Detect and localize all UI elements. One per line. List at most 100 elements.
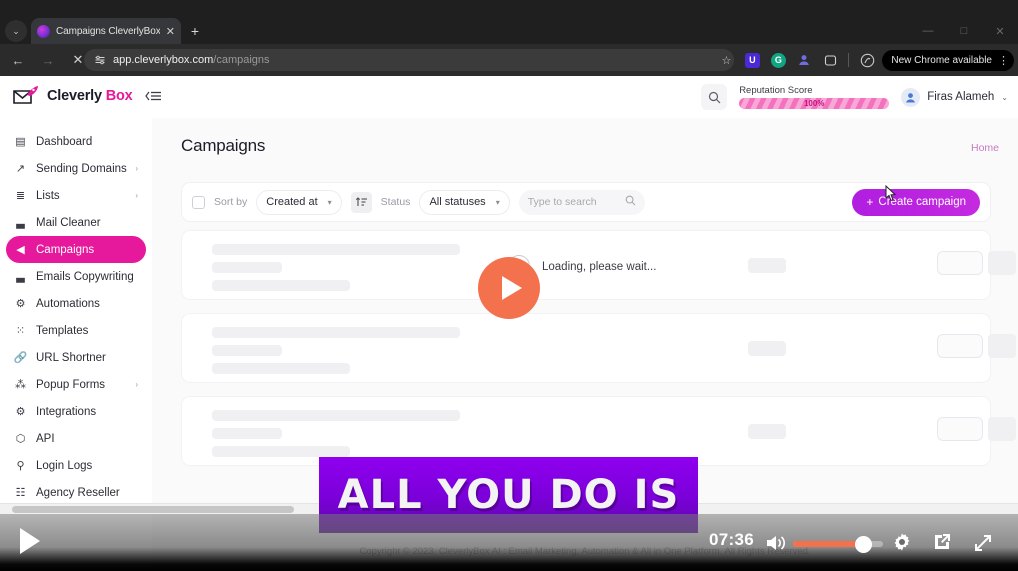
- video-controls-bar: 07:36: [0, 514, 1018, 571]
- send-domains-icon: ↗: [15, 163, 26, 175]
- video-play-overlay[interactable]: [478, 257, 540, 319]
- chevron-down-icon[interactable]: ⌄: [1001, 93, 1008, 102]
- browser-tab[interactable]: Campaigns CleverlyBox AI : Em ✕: [31, 18, 181, 44]
- reputation-score-value: 100%: [803, 99, 825, 108]
- sidebar-item-automations[interactable]: ⚙ Automations: [6, 290, 146, 317]
- lists-icon: ≣: [15, 190, 26, 202]
- address-bar[interactable]: app.cleverlybox.com/campaigns: [84, 49, 734, 71]
- status-select[interactable]: All statuses ▾: [419, 189, 510, 215]
- skeleton-placeholder: [212, 428, 282, 439]
- sort-ascending-icon[interactable]: [350, 191, 372, 213]
- browser-tabstrip: ⌄ Campaigns CleverlyBox AI : Em ✕ + — □ …: [0, 0, 1018, 44]
- logo-word-primary: Cleverly: [47, 88, 102, 104]
- page-settings-icon[interactable]: [94, 54, 106, 66]
- incognito-extension-icon[interactable]: [856, 49, 878, 71]
- sort-by-label: Sort by: [214, 196, 248, 208]
- sidebar-item-templates[interactable]: ⁙ Templates: [6, 317, 146, 344]
- skeleton-placeholder: [748, 258, 786, 273]
- breadcrumb[interactable]: Home: [971, 142, 999, 154]
- skeleton-placeholder: [212, 410, 460, 421]
- chrome-menu-icon[interactable]: ⋮: [998, 54, 1009, 67]
- create-campaign-button[interactable]: + Create campaign: [852, 188, 980, 216]
- sidebar-item-agency-reseller[interactable]: ☷ Agency Reseller: [6, 479, 146, 506]
- app-header: Cleverly Box Reputation Score 100% Firas…: [0, 76, 1018, 118]
- campaigns-icon: ◀: [16, 244, 25, 256]
- grammarly-icon[interactable]: G: [767, 49, 789, 71]
- skeleton-placeholder: [212, 244, 460, 255]
- sort-by-select[interactable]: Created at ▾: [256, 189, 342, 215]
- sidebar-item-label: Emails Copywriting: [36, 270, 134, 283]
- select-all-checkbox[interactable]: [192, 195, 205, 209]
- split-view-icon[interactable]: [819, 49, 841, 71]
- volume-slider[interactable]: [793, 536, 883, 553]
- search-icon[interactable]: [701, 84, 728, 110]
- close-icon[interactable]: ✕: [166, 25, 175, 38]
- sidebar-item-label: Agency Reseller: [36, 486, 120, 499]
- skeleton-placeholder: [212, 280, 350, 291]
- chevron-right-icon[interactable]: ›: [135, 191, 138, 200]
- forward-icon[interactable]: →: [36, 48, 60, 72]
- new-tab-button[interactable]: +: [186, 22, 204, 40]
- integrations-icon: ⚙: [15, 406, 26, 418]
- sidebar-item-url-shortner[interactable]: 🔗 URL Shortner: [6, 344, 146, 371]
- picture-in-picture-icon[interactable]: [932, 532, 952, 552]
- scrollbar-thumb[interactable]: [12, 506, 294, 513]
- maximize-icon[interactable]: □: [946, 18, 982, 44]
- tab-search-chevron-icon[interactable]: ⌄: [5, 20, 27, 42]
- sidebar-item-dashboard[interactable]: ▤ Dashboard: [6, 128, 146, 155]
- url-shortner-icon: 🔗: [13, 352, 28, 364]
- sidebar-item-popup-forms[interactable]: ⁂ Popup Forms ›: [6, 371, 146, 398]
- sidebar-item-api[interactable]: ⬡ API: [6, 425, 146, 452]
- chevron-down-icon: ▾: [327, 197, 332, 207]
- sidebar-item-lists[interactable]: ≣ Lists ›: [6, 182, 146, 209]
- close-window-icon[interactable]: ✕: [982, 18, 1018, 44]
- reputation-score-label: Reputation Score: [739, 85, 813, 96]
- mouse-cursor: [884, 184, 898, 203]
- sidebar-item-label: Mail Cleaner: [36, 216, 101, 229]
- table-row[interactable]: [181, 396, 1016, 466]
- extension-u-icon[interactable]: U: [741, 49, 763, 71]
- profile-extension-icon[interactable]: [793, 49, 815, 71]
- api-icon: ⬡: [15, 433, 26, 445]
- browser-toolbar-actions: ☆ U G New Chrome available ⋮: [715, 47, 1014, 73]
- search-input[interactable]: Type to search: [518, 189, 645, 215]
- table-row[interactable]: [181, 313, 1016, 383]
- user-menu[interactable]: Firas Alameh ⌄: [901, 87, 1008, 107]
- sidebar-item-mail-cleaner[interactable]: ▃ Mail Cleaner: [6, 209, 146, 236]
- chevron-right-icon[interactable]: ›: [135, 164, 138, 173]
- star-icon[interactable]: ☆: [715, 49, 737, 71]
- url-domain: app.cleverlybox.com: [113, 54, 214, 66]
- video-time: 07:36: [709, 530, 754, 549]
- chrome-update-pill[interactable]: New Chrome available ⋮: [882, 49, 1014, 71]
- popup-forms-icon: ⁂: [15, 379, 26, 391]
- sidebar-item-emails-copywriting[interactable]: ▃ Emails Copywriting: [6, 263, 146, 290]
- minimize-icon[interactable]: —: [910, 18, 946, 44]
- url-path: /campaigns: [213, 54, 270, 66]
- logo-text: Cleverly Box: [47, 88, 133, 104]
- logo-word-accent: Box: [105, 88, 133, 104]
- sidebar-item-login-logs[interactable]: ⚲ Login Logs: [6, 452, 146, 479]
- sidebar-item-campaigns[interactable]: ◀ Campaigns: [6, 236, 146, 263]
- app-logo[interactable]: Cleverly Box: [12, 85, 162, 107]
- fullscreen-icon[interactable]: [972, 532, 994, 554]
- sidebar-item-integrations[interactable]: ⚙ Integrations: [6, 398, 146, 425]
- sidebar-item-label: Templates: [36, 324, 89, 337]
- gear-icon[interactable]: [892, 532, 912, 552]
- skeleton-placeholder: [988, 417, 1016, 441]
- dashboard-icon: ▤: [15, 136, 26, 148]
- volume-high-icon[interactable]: [765, 533, 787, 553]
- search-icon: [625, 195, 636, 209]
- chevron-right-icon[interactable]: ›: [135, 380, 138, 389]
- status-label: Status: [380, 196, 411, 208]
- volume-knob[interactable]: [855, 536, 872, 553]
- back-icon[interactable]: ←: [6, 48, 30, 72]
- emails-copywriting-icon: ▃: [16, 271, 25, 283]
- sidebar-item-sending-domains[interactable]: ↗ Sending Domains ›: [6, 155, 146, 182]
- collapse-sidebar-toggle[interactable]: [145, 90, 162, 102]
- skeleton-placeholder: [212, 262, 282, 273]
- skeleton-placeholder: [212, 363, 350, 374]
- play-button[interactable]: [20, 528, 40, 554]
- page-title: Campaigns: [181, 136, 266, 155]
- skeleton-placeholder: [937, 417, 983, 441]
- skeleton-placeholder: [748, 424, 786, 439]
